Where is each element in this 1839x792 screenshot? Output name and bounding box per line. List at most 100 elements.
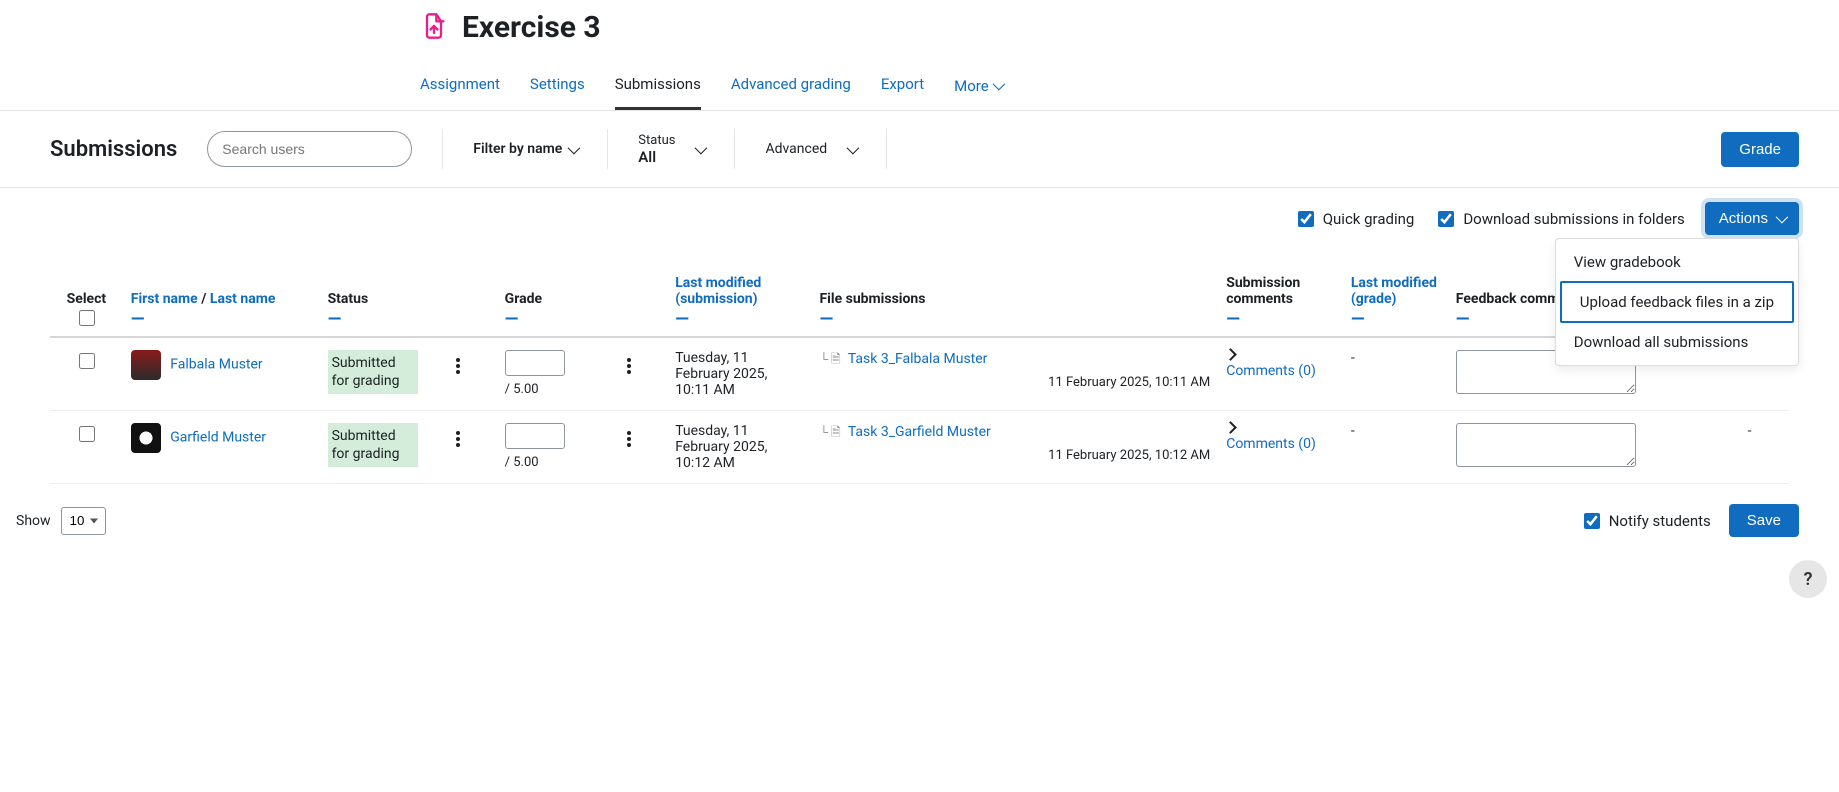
save-button[interactable]: Save: [1729, 504, 1799, 537]
chevron-down-icon: [1776, 211, 1789, 224]
file-submission-time: 11 February 2025, 10:11 AM: [820, 375, 1211, 390]
menu-upload-feedback-zip[interactable]: Upload feedback files in a zip: [1560, 281, 1794, 323]
chevron-right-icon: [1224, 421, 1237, 434]
col-last-name[interactable]: Last name: [210, 291, 276, 307]
last-modified-grade: -: [1351, 350, 1355, 366]
tab-more-label: More: [954, 77, 989, 95]
status-badge: Submitted for grading: [328, 350, 418, 394]
avatar: [131, 423, 161, 453]
row-select-checkbox[interactable]: [79, 426, 95, 442]
chevron-down-icon: [695, 141, 708, 154]
advanced-filter-dropdown[interactable]: Advanced: [765, 141, 856, 157]
file-submission-link[interactable]: Task 3_Garfield Muster: [848, 424, 991, 440]
grade-max-label: / 5.00: [505, 382, 607, 397]
tab-bar: Assignment Settings Submissions Advanced…: [420, 75, 1839, 110]
col-submission-comments: Submission comments: [1226, 275, 1300, 307]
menu-view-gradebook[interactable]: View gradebook: [1556, 243, 1798, 281]
avatar: [131, 350, 161, 380]
user-name-link[interactable]: Garfield Muster: [170, 430, 266, 446]
status-badge: Submitted for grading: [328, 423, 418, 467]
col-file-submissions: File submissions: [820, 291, 926, 307]
collapse-column-icon[interactable]: —: [131, 309, 312, 330]
collapse-column-icon[interactable]: —: [675, 309, 803, 330]
collapse-column-icon[interactable]: —: [505, 309, 607, 330]
status-filter-value: All: [638, 148, 675, 166]
chevron-down-icon: [568, 141, 581, 154]
tab-more[interactable]: More: [954, 75, 1002, 110]
user-name-link[interactable]: Falbala Muster: [170, 357, 262, 373]
chevron-down-icon: [847, 141, 860, 154]
grade-menu-button[interactable]: [623, 427, 635, 451]
last-modified-submission: Tuesday, 11 February 2025, 10:11 AM: [675, 350, 767, 398]
separator: [734, 129, 735, 169]
section-title: Submissions: [50, 137, 177, 162]
chevron-down-icon: [992, 78, 1005, 91]
final-grade-value: -: [1748, 423, 1752, 439]
actions-button-label: Actions: [1719, 210, 1768, 227]
quick-grading-label: Quick grading: [1323, 210, 1415, 228]
show-label: Show: [16, 513, 51, 529]
col-last-modified-submission[interactable]: Last modified (submission): [675, 275, 761, 307]
row-select-checkbox[interactable]: [79, 353, 95, 369]
actions-dropdown-menu: View gradebook Upload feedback files in …: [1555, 238, 1799, 366]
grade-input[interactable]: [505, 423, 565, 449]
actions-button[interactable]: Actions: [1705, 202, 1799, 235]
status-filter-dropdown[interactable]: Status All: [638, 133, 704, 166]
status-filter-label: Status: [638, 133, 675, 148]
separator: [886, 129, 887, 169]
tab-settings[interactable]: Settings: [530, 75, 585, 110]
notify-students-checkbox[interactable]: [1584, 513, 1600, 529]
filter-by-name-dropdown[interactable]: Filter by name: [473, 141, 577, 157]
grade-button[interactable]: Grade: [1721, 132, 1799, 167]
search-users-input[interactable]: [207, 131, 412, 167]
show-count-select[interactable]: 10: [61, 507, 106, 535]
row-menu-button[interactable]: [452, 354, 464, 378]
col-select-label: Select: [67, 291, 106, 307]
tab-assignment[interactable]: Assignment: [420, 75, 500, 110]
tab-export[interactable]: Export: [881, 75, 924, 110]
file-submission-time: 11 February 2025, 10:12 AM: [820, 448, 1211, 463]
comments-link[interactable]: Comments (0): [1226, 363, 1335, 379]
help-button[interactable]: ?: [1789, 560, 1827, 598]
last-modified-submission: Tuesday, 11 February 2025, 10:12 AM: [675, 423, 767, 471]
file-submission-link[interactable]: Task 3_Falbala Muster: [848, 351, 988, 367]
grade-max-label: / 5.00: [505, 455, 607, 470]
file-tree-icon: └ 🗎: [820, 425, 841, 439]
download-in-folders-label: Download submissions in folders: [1463, 210, 1684, 228]
notify-students-option[interactable]: Notify students: [1580, 510, 1711, 532]
quick-grading-checkbox[interactable]: [1298, 211, 1314, 227]
tab-submissions[interactable]: Submissions: [615, 75, 701, 110]
assignment-upload-icon: [420, 12, 448, 44]
collapse-column-icon[interactable]: —: [1351, 309, 1440, 330]
tab-advanced-grading[interactable]: Advanced grading: [731, 75, 851, 110]
grade-input[interactable]: [505, 350, 565, 376]
page-title: Exercise 3: [462, 10, 601, 45]
separator: [442, 129, 443, 169]
quick-grading-option[interactable]: Quick grading: [1294, 208, 1415, 230]
filter-by-name-label: Filter by name: [473, 141, 562, 157]
download-in-folders-checkbox[interactable]: [1438, 211, 1454, 227]
collapse-column-icon[interactable]: —: [328, 309, 437, 330]
file-tree-icon: └ 🗎: [820, 352, 841, 366]
row-menu-button[interactable]: [452, 427, 464, 451]
col-last-modified-grade[interactable]: Last modified (grade): [1351, 275, 1437, 307]
notify-students-label: Notify students: [1609, 512, 1711, 530]
feedback-comments-textarea[interactable]: [1456, 423, 1636, 467]
col-status: Status: [328, 291, 369, 307]
collapse-column-icon[interactable]: —: [1226, 309, 1335, 330]
chevron-right-icon: [1224, 348, 1237, 361]
grade-menu-button[interactable]: [623, 354, 635, 378]
collapse-column-icon[interactable]: —: [820, 309, 1211, 330]
menu-download-all-submissions[interactable]: Download all submissions: [1556, 323, 1798, 361]
table-row: Garfield Muster Submitted for grading / …: [50, 411, 1789, 484]
col-name-sep: /: [201, 291, 206, 307]
col-grade: Grade: [505, 291, 542, 307]
table-row: Falbala Muster Submitted for grading / 5…: [50, 337, 1789, 411]
col-first-name[interactable]: First name: [131, 291, 198, 307]
advanced-filter-label: Advanced: [765, 141, 827, 157]
separator: [607, 129, 608, 169]
select-all-checkbox[interactable]: [79, 310, 95, 326]
download-in-folders-option[interactable]: Download submissions in folders: [1434, 208, 1684, 230]
comments-link[interactable]: Comments (0): [1226, 436, 1335, 452]
last-modified-grade: -: [1351, 423, 1355, 439]
